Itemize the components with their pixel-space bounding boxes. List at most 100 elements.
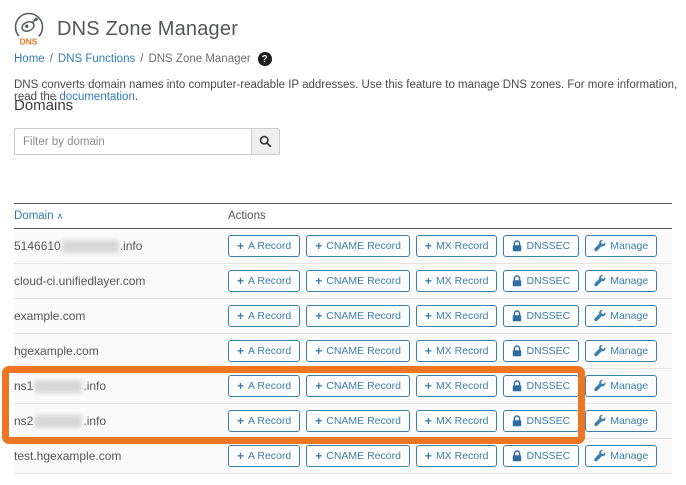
- dnssec-button[interactable]: DNSSEC: [503, 375, 579, 397]
- wrench-icon: [594, 275, 606, 287]
- mx-record-button[interactable]: +MX Record: [416, 445, 498, 467]
- domain-name: cloud-ci.unifiedlayer.com: [14, 274, 228, 288]
- plus-icon: +: [237, 275, 244, 287]
- manage-button[interactable]: Manage: [585, 270, 657, 292]
- a-record-button[interactable]: +A Record: [228, 375, 300, 397]
- lock-icon: [512, 240, 522, 252]
- dns-zone-manager-page: DNS DNS Zone Manager Home / DNS Function…: [0, 0, 686, 485]
- sort-by-domain-link[interactable]: Domain∧: [14, 210, 63, 222]
- manage-button[interactable]: Manage: [585, 305, 657, 327]
- wrench-icon: [594, 240, 606, 252]
- table-row: test.hgexample.com +A Record +CNAME Recor…: [14, 439, 672, 474]
- a-record-button[interactable]: +A Record: [228, 340, 300, 362]
- plus-icon: +: [425, 310, 432, 322]
- domain-suffix: .info: [120, 239, 143, 253]
- manage-button[interactable]: Manage: [585, 375, 657, 397]
- dnssec-button[interactable]: DNSSEC: [503, 235, 579, 257]
- plus-icon: +: [315, 240, 322, 252]
- cname-record-button[interactable]: +CNAME Record: [306, 305, 410, 327]
- cname-record-button[interactable]: +CNAME Record: [306, 340, 410, 362]
- dnssec-button[interactable]: DNSSEC: [503, 305, 579, 327]
- table-row: ns1.info +A Record+CNAME Record+MX Recor…: [14, 369, 672, 404]
- plus-icon: +: [425, 345, 432, 357]
- cname-record-button[interactable]: +CNAME Record: [306, 445, 410, 467]
- manage-button[interactable]: Manage: [585, 235, 657, 257]
- a-record-button[interactable]: +A Record: [228, 305, 300, 327]
- table-row: example.com +A Record +CNAME Record +MX Re…: [14, 299, 672, 334]
- lock-icon: [512, 275, 522, 287]
- domain-prefix: ns2: [14, 414, 33, 428]
- mx-record-button[interactable]: +MX Record: [416, 270, 498, 292]
- a-record-button[interactable]: +A Record: [228, 270, 300, 292]
- wrench-icon: [594, 450, 606, 462]
- domain-prefix: example.com: [14, 309, 85, 323]
- plus-icon: +: [425, 240, 432, 252]
- dns-icon-label: DNS: [20, 37, 38, 47]
- plus-icon: +: [425, 415, 432, 427]
- page-description: DNS converts domain names into computer-…: [14, 79, 678, 103]
- sort-ascending-icon: ∧: [57, 211, 64, 221]
- mx-record-button[interactable]: +MX Record: [416, 305, 498, 327]
- domain-name: 5146610 .info: [14, 239, 228, 253]
- manage-button[interactable]: Manage: [585, 340, 657, 362]
- plus-icon: +: [237, 415, 244, 427]
- manage-button[interactable]: Manage: [585, 410, 657, 432]
- domain-prefix: cloud-ci.unifiedlayer.com: [14, 274, 145, 288]
- manage-button[interactable]: Manage: [585, 445, 657, 467]
- cname-record-button[interactable]: +CNAME Record: [306, 375, 410, 397]
- plus-icon: +: [237, 240, 244, 252]
- a-record-button[interactable]: +A Record: [228, 410, 300, 432]
- wrench-icon: [594, 415, 606, 427]
- dnssec-button[interactable]: DNSSEC: [503, 270, 579, 292]
- mx-record-button[interactable]: +MX Record: [416, 340, 498, 362]
- a-record-button[interactable]: +A Record: [228, 235, 300, 257]
- page-title: DNS Zone Manager: [57, 18, 238, 41]
- wrench-icon: [594, 310, 606, 322]
- domain-name: hgexample.com: [14, 344, 228, 358]
- filter-search-button[interactable]: [251, 128, 280, 155]
- domain-filter: [14, 128, 280, 155]
- row-actions: +A Record +CNAME Record +MX RecordDNSSEC Ma…: [228, 235, 672, 257]
- table-body: 5146610 .info +A Record +CNAME Record +MX R…: [14, 229, 672, 474]
- actions-column-header: Actions: [228, 210, 672, 222]
- row-actions: +A Record +CNAME Record +MX RecordDNSSEC Ma…: [228, 445, 672, 467]
- table-row: 5146610 .info +A Record +CNAME Record +MX R…: [14, 229, 672, 264]
- plus-icon: +: [425, 380, 432, 392]
- help-icon[interactable]: ?: [258, 52, 272, 66]
- breadcrumb-dns-functions-link[interactable]: DNS Functions: [58, 53, 135, 65]
- wrench-icon: [594, 345, 606, 357]
- domain-prefix: test.hgexample.com: [14, 449, 121, 463]
- mx-record-button[interactable]: +MX Record: [416, 375, 498, 397]
- redacted-text: [62, 240, 119, 253]
- breadcrumb: Home / DNS Functions / DNS Zone Manager …: [14, 52, 272, 66]
- plus-icon: +: [237, 345, 244, 357]
- domain-name: test.hgexample.com: [14, 449, 228, 463]
- plus-icon: +: [315, 415, 322, 427]
- plus-icon: +: [237, 380, 244, 392]
- domain-suffix: .info: [83, 379, 106, 393]
- cname-record-button[interactable]: +CNAME Record: [306, 235, 410, 257]
- table-row: cloud-ci.unifiedlayer.com +A Record +CNAM…: [14, 264, 672, 299]
- dnssec-button[interactable]: DNSSEC: [503, 340, 579, 362]
- dns-app-icon: DNS: [10, 9, 48, 49]
- a-record-button[interactable]: +A Record: [228, 445, 300, 467]
- domain-prefix: 5146610: [14, 239, 61, 253]
- breadcrumb-current: DNS Zone Manager: [148, 53, 250, 65]
- lock-icon: [512, 345, 522, 357]
- plus-icon: +: [237, 310, 244, 322]
- filter-input[interactable]: [14, 128, 251, 155]
- description-text-end: .: [135, 91, 138, 103]
- wrench-icon: [594, 380, 606, 392]
- row-actions: +A Record +CNAME Record +MX RecordDNSSEC Ma…: [228, 270, 672, 292]
- mx-record-button[interactable]: +MX Record: [416, 410, 498, 432]
- lock-icon: [512, 450, 522, 462]
- dnssec-button[interactable]: DNSSEC: [503, 445, 579, 467]
- cname-record-button[interactable]: +CNAME Record: [306, 270, 410, 292]
- breadcrumb-home-link[interactable]: Home: [14, 53, 45, 65]
- dnssec-button[interactable]: DNSSEC: [503, 410, 579, 432]
- mx-record-button[interactable]: +MX Record: [416, 235, 498, 257]
- domain-name: ns2.info: [14, 414, 228, 428]
- cname-record-button[interactable]: +CNAME Record: [306, 410, 410, 432]
- plus-icon: +: [315, 345, 322, 357]
- row-actions: +A Record +CNAME Record +MX RecordDNSSEC Ma…: [228, 305, 672, 327]
